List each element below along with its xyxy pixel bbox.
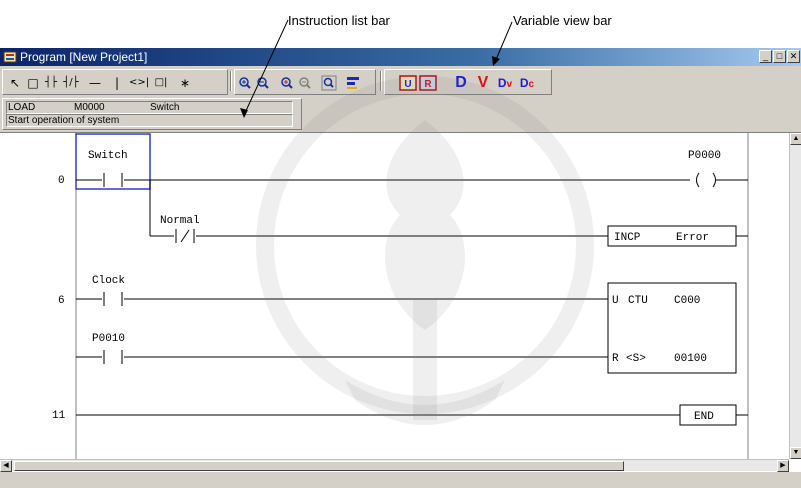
no-contact-icon[interactable]: ┤├	[43, 74, 59, 92]
counter-op: CTU	[628, 295, 648, 307]
scroll-right-icon[interactable]: ▶	[777, 460, 789, 472]
instruction-mnemonic: LOAD	[8, 102, 36, 113]
zoom-out-alt-icon[interactable]	[297, 74, 313, 92]
counter-r-input: R	[612, 353, 619, 365]
function-block-icon[interactable]: □|	[153, 74, 169, 92]
toolbar-separator	[230, 71, 232, 91]
incp-op: INCP	[614, 232, 641, 244]
nc-contact-icon[interactable]: ┤/├	[63, 74, 79, 92]
instruction-comment[interactable]: Start operation of system	[6, 114, 293, 127]
zoom-tools-group	[234, 69, 376, 95]
coil-icon[interactable]: <>|	[129, 74, 149, 92]
toolbar: ↖ □ ┤├ ┤/├ — | <>| □| ∗ U R D V Dv Dc	[0, 68, 801, 96]
step-number: 6	[58, 295, 65, 307]
v-view-icon[interactable]: V	[475, 74, 491, 92]
counter-u-input: U	[612, 295, 619, 307]
step-number: 0	[58, 175, 65, 187]
incp-operand: Error	[676, 232, 709, 244]
ladder-tools-group: ↖ □ ┤├ ┤/├ — | <>| □| ∗	[2, 69, 228, 95]
view-tools-group: U R D V Dv Dc	[384, 69, 552, 95]
end-label: END	[694, 411, 714, 423]
program-window: Program [New Project1] _ □ ✕ ↖ □ ┤├ ┤/├ …	[0, 48, 801, 488]
rung-6[interactable]: Clock P0010 U CTU C000 R <S> 00100	[76, 275, 737, 374]
dv-view-icon[interactable]: Dv	[497, 74, 513, 92]
contact-label-clock: Clock	[92, 275, 125, 287]
box-icon[interactable]: □	[25, 74, 41, 92]
scroll-down-icon[interactable]: ▼	[790, 447, 801, 459]
coil-label: P0000	[688, 150, 721, 162]
instruction-variable: Switch	[150, 102, 180, 113]
minimize-icon[interactable]: _	[759, 50, 772, 63]
toolbar-separator	[380, 71, 382, 91]
close-icon[interactable]: ✕	[787, 50, 800, 63]
dc-view-icon[interactable]: Dc	[519, 74, 535, 92]
vertical-scrollbar[interactable]: ▲ ▼	[789, 133, 801, 459]
instruction-list-bar-annotation: Instruction list bar	[288, 13, 390, 28]
zoom-in-icon[interactable]	[237, 74, 253, 92]
r-view-icon[interactable]: R	[419, 74, 437, 92]
counter-preset: 00100	[674, 353, 707, 365]
dv-view-letter: D	[497, 76, 507, 90]
rung-11[interactable]: END	[76, 404, 748, 426]
instruction-list-bar: LOAD M0000 Switch Start operation of sys…	[2, 98, 302, 130]
contact-label-switch: Switch	[88, 150, 128, 162]
vertical-line-icon[interactable]: |	[109, 74, 125, 92]
comment-icon[interactable]	[345, 74, 361, 92]
step-number: 11	[52, 410, 66, 422]
title-bar[interactable]: Program [New Project1] _ □ ✕	[0, 48, 801, 66]
d-view-icon[interactable]: D	[453, 74, 469, 92]
horizontal-line-icon[interactable]: —	[87, 74, 103, 92]
counter-name: C000	[674, 295, 700, 307]
coil-icon	[696, 172, 716, 188]
zoom-in-alt-icon[interactable]	[279, 74, 295, 92]
horizontal-scroll-thumb[interactable]	[14, 461, 624, 471]
dc-view-letter: D	[519, 76, 529, 90]
rung-0[interactable]: Switch P0000 Normal INCP Error	[75, 133, 748, 247]
contact-label-p0010: P0010	[92, 333, 125, 345]
maximize-icon[interactable]: □	[773, 50, 786, 63]
ladder-editor[interactable]: 0 6 11 Switch P0000 Normal INCP Error Cl…	[0, 132, 801, 472]
window-title: Program [New Project1]	[20, 50, 148, 64]
svg-text:U: U	[404, 79, 411, 90]
counter-s: <S>	[626, 353, 646, 365]
instruction-row[interactable]: LOAD M0000 Switch	[6, 101, 293, 114]
scroll-left-icon[interactable]: ◀	[0, 460, 12, 472]
variable-view-bar-annotation: Variable view bar	[513, 13, 612, 28]
inverter-icon[interactable]: ∗	[177, 74, 193, 92]
select-arrow-icon[interactable]: ↖	[7, 74, 23, 92]
zoom-fit-icon[interactable]	[321, 74, 337, 92]
program-icon	[3, 51, 17, 63]
scroll-up-icon[interactable]: ▲	[790, 133, 801, 145]
ladder-diagram[interactable]: 0 6 11 Switch P0000 Normal INCP Error Cl…	[0, 133, 789, 459]
svg-text:R: R	[424, 79, 432, 90]
instruction-operand: M0000	[74, 102, 105, 113]
horizontal-scrollbar[interactable]: ◀ ▶	[0, 459, 789, 472]
zoom-out-icon[interactable]	[255, 74, 271, 92]
contact-label-normal: Normal	[160, 215, 200, 227]
u-view-icon[interactable]: U	[399, 74, 417, 92]
